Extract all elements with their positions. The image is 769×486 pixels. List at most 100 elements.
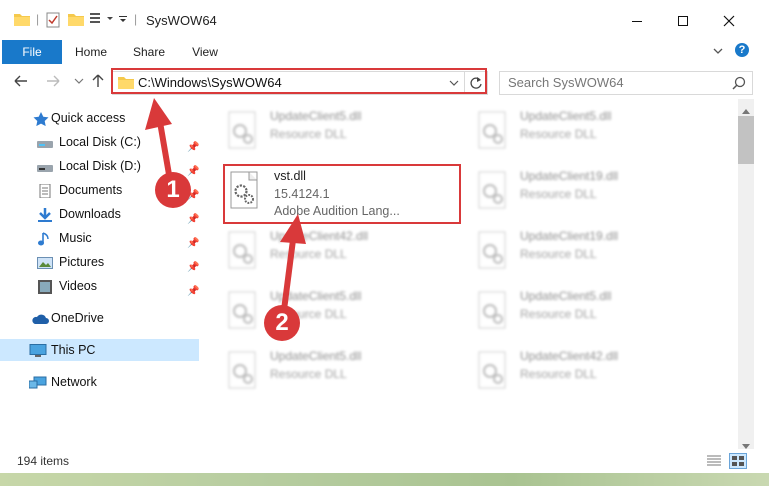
file-type: Resource DLL	[520, 127, 597, 141]
recent-locations-button[interactable]	[70, 72, 88, 90]
dll-file-icon	[228, 351, 256, 389]
file-item[interactable]: UpdateClient42.dll Resource DLL	[224, 227, 424, 281]
close-icon	[723, 15, 735, 27]
file-item[interactable]: UpdateClient5.dll Resource DLL	[224, 107, 424, 161]
status-bar: 194 items	[0, 449, 769, 473]
chevron-down-icon	[74, 78, 84, 84]
search-icon[interactable]	[732, 76, 746, 93]
file-name: UpdateClient5.dll	[270, 109, 362, 123]
minimize-button[interactable]	[614, 6, 660, 36]
dll-file-icon	[478, 351, 506, 389]
nav-label: Videos	[59, 279, 97, 293]
nav-label: Music	[59, 231, 92, 245]
file-name: UpdateClient5.dll	[520, 109, 612, 123]
nav-label: Documents	[59, 183, 123, 197]
scrollbar-thumb[interactable]	[738, 116, 754, 164]
tab-view[interactable]: View	[182, 40, 228, 64]
properties-icon[interactable]	[46, 12, 60, 31]
ribbon: File Home Share View ?	[0, 40, 769, 65]
minimize-icon	[632, 21, 642, 22]
new-folder-icon[interactable]	[68, 12, 84, 29]
network-icon	[28, 375, 47, 389]
file-type: Resource DLL	[520, 307, 597, 321]
download-icon	[37, 207, 53, 222]
nav-label: This PC	[51, 343, 96, 357]
close-button[interactable]	[706, 6, 752, 36]
file-type: Resource DLL	[520, 187, 597, 201]
nav-this-pc[interactable]: This PC	[0, 339, 199, 361]
tab-home[interactable]: Home	[68, 40, 114, 64]
arrow-annotation-2	[280, 214, 306, 311]
dll-file-icon	[228, 291, 256, 329]
dll-file-icon	[478, 171, 506, 209]
pin-icon[interactable]: 📌	[187, 281, 199, 303]
file-name: UpdateClient5.dll	[270, 349, 362, 363]
expand-ribbon-icon[interactable]	[712, 45, 724, 60]
maximize-button[interactable]	[660, 6, 706, 36]
dll-file-icon	[478, 111, 506, 149]
vertical-scrollbar[interactable]	[738, 99, 754, 449]
nav-label: Local Disk (C:)	[59, 135, 141, 149]
videos-icon	[37, 279, 53, 294]
search-box[interactable]: Search SysWOW64	[499, 71, 753, 95]
address-bar-highlight	[111, 68, 487, 94]
file-item[interactable]: UpdateClient5.dll Resource DLL	[224, 347, 424, 401]
nav-label: OneDrive	[51, 311, 104, 325]
file-type: Resource DLL	[270, 127, 347, 141]
file-name: UpdateClient19.dll	[520, 229, 619, 243]
drive-icon	[37, 135, 53, 149]
dll-file-icon	[478, 291, 506, 329]
file-type: Resource DLL	[520, 247, 597, 261]
up-button[interactable]	[89, 72, 107, 90]
arrow-up-icon	[92, 74, 104, 87]
drive-icon	[37, 159, 53, 173]
details-view-icon[interactable]	[707, 455, 721, 470]
help-icon[interactable]: ?	[735, 43, 749, 57]
file-item[interactable]: UpdateClient42.dll Resource DLL	[474, 347, 674, 401]
file-name: UpdateClient19.dll	[520, 169, 619, 183]
nav-music[interactable]: Music 📌	[0, 227, 200, 249]
file-item[interactable]: UpdateClient5.dll Resource DLL	[474, 287, 674, 341]
file-name: UpdateClient5.dll	[520, 289, 612, 303]
dll-file-icon	[228, 111, 256, 149]
computer-icon	[29, 343, 47, 357]
nav-pictures[interactable]: Pictures 📌	[0, 251, 200, 273]
documents-icon	[37, 183, 53, 199]
nav-label: Quick access	[51, 111, 126, 125]
nav-label: Downloads	[59, 207, 121, 221]
arrow-left-icon	[14, 75, 27, 87]
dll-file-icon	[228, 231, 256, 269]
back-button[interactable]	[12, 72, 30, 90]
nav-onedrive[interactable]: OneDrive	[0, 307, 200, 329]
scroll-up-icon[interactable]	[742, 103, 750, 117]
tab-share[interactable]: Share	[126, 40, 172, 64]
star-icon	[33, 111, 49, 127]
nav-videos[interactable]: Videos 📌	[0, 275, 200, 297]
music-icon	[37, 231, 53, 246]
nav-network[interactable]: Network	[0, 371, 200, 393]
item-count: 194 items	[17, 454, 70, 468]
file-item[interactable]: UpdateClient5.dll Resource DLL	[224, 287, 424, 341]
nav-label: Network	[51, 375, 97, 389]
file-type: Resource DLL	[520, 367, 597, 381]
desktop-background	[0, 473, 769, 486]
step-badge-1: 1	[155, 172, 191, 208]
large-icons-view-icon[interactable]	[729, 453, 747, 469]
nav-label: Pictures	[59, 255, 105, 269]
file-name: UpdateClient42.dll	[520, 349, 619, 363]
nav-label: Local Disk (D:)	[59, 159, 141, 173]
file-item[interactable]: UpdateClient5.dll Resource DLL	[474, 107, 674, 161]
cloud-icon	[31, 311, 49, 325]
forward-button[interactable]	[44, 72, 62, 90]
customize-toolbar-icon[interactable]	[90, 12, 118, 29]
dll-file-icon	[478, 231, 506, 269]
pictures-icon	[37, 255, 53, 269]
tab-file[interactable]: File	[2, 40, 62, 64]
file-type: Resource DLL	[270, 367, 347, 381]
arrow-right-icon	[47, 75, 60, 87]
chevron-down-icon[interactable]	[118, 12, 128, 29]
maximize-icon	[678, 16, 688, 26]
file-item[interactable]: UpdateClient19.dll Resource DLL	[474, 227, 674, 281]
search-input[interactable]: Search SysWOW64	[508, 75, 624, 90]
file-item[interactable]: UpdateClient19.dll Resource DLL	[474, 167, 674, 221]
